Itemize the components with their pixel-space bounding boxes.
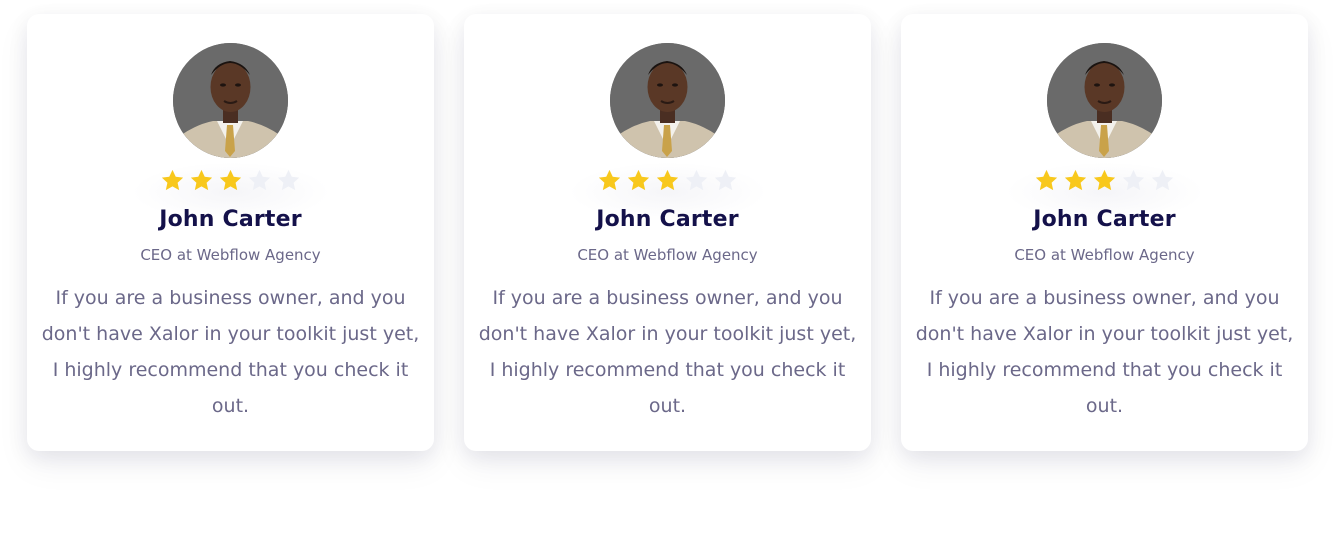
testimonial-card: John Carter CEO at Webflow Agency If you…	[901, 14, 1308, 451]
person-photo-icon	[173, 43, 288, 158]
testimonials-section: John Carter CEO at Webflow Agency If you…	[0, 0, 1335, 546]
avatar	[173, 43, 288, 158]
star-empty-icon	[713, 168, 738, 193]
star-filled-icon	[160, 168, 185, 193]
testimonial-card: John Carter CEO at Webflow Agency If you…	[27, 14, 434, 451]
star-rating	[27, 168, 434, 193]
star-filled-icon	[1063, 168, 1088, 193]
testimonial-card: John Carter CEO at Webflow Agency If you…	[464, 14, 871, 451]
reviewer-role: CEO at Webflow Agency	[140, 246, 321, 264]
testimonial-quote: If you are a business owner, and you don…	[915, 287, 1294, 417]
star-empty-icon	[684, 168, 709, 193]
testimonial-quote: If you are a business owner, and you don…	[478, 287, 857, 417]
avatar	[1047, 43, 1162, 158]
star-empty-icon	[1150, 168, 1175, 193]
reviewer-name: John Carter	[159, 207, 302, 232]
testimonial-quote: If you are a business owner, and you don…	[41, 287, 420, 417]
reviewer-role: CEO at Webflow Agency	[1014, 246, 1195, 264]
star-filled-icon	[218, 168, 243, 193]
star-filled-icon	[597, 168, 622, 193]
reviewer-role: CEO at Webflow Agency	[577, 246, 758, 264]
star-filled-icon	[1034, 168, 1059, 193]
star-filled-icon	[626, 168, 651, 193]
star-empty-icon	[247, 168, 272, 193]
person-photo-icon	[1047, 43, 1162, 158]
reviewer-name: John Carter	[1033, 207, 1176, 232]
star-rating	[464, 168, 871, 193]
star-filled-icon	[189, 168, 214, 193]
star-filled-icon	[655, 168, 680, 193]
reviewer-name: John Carter	[596, 207, 739, 232]
star-rating	[901, 168, 1308, 193]
avatar	[610, 43, 725, 158]
star-empty-icon	[276, 168, 301, 193]
star-empty-icon	[1121, 168, 1146, 193]
star-filled-icon	[1092, 168, 1117, 193]
person-photo-icon	[610, 43, 725, 158]
